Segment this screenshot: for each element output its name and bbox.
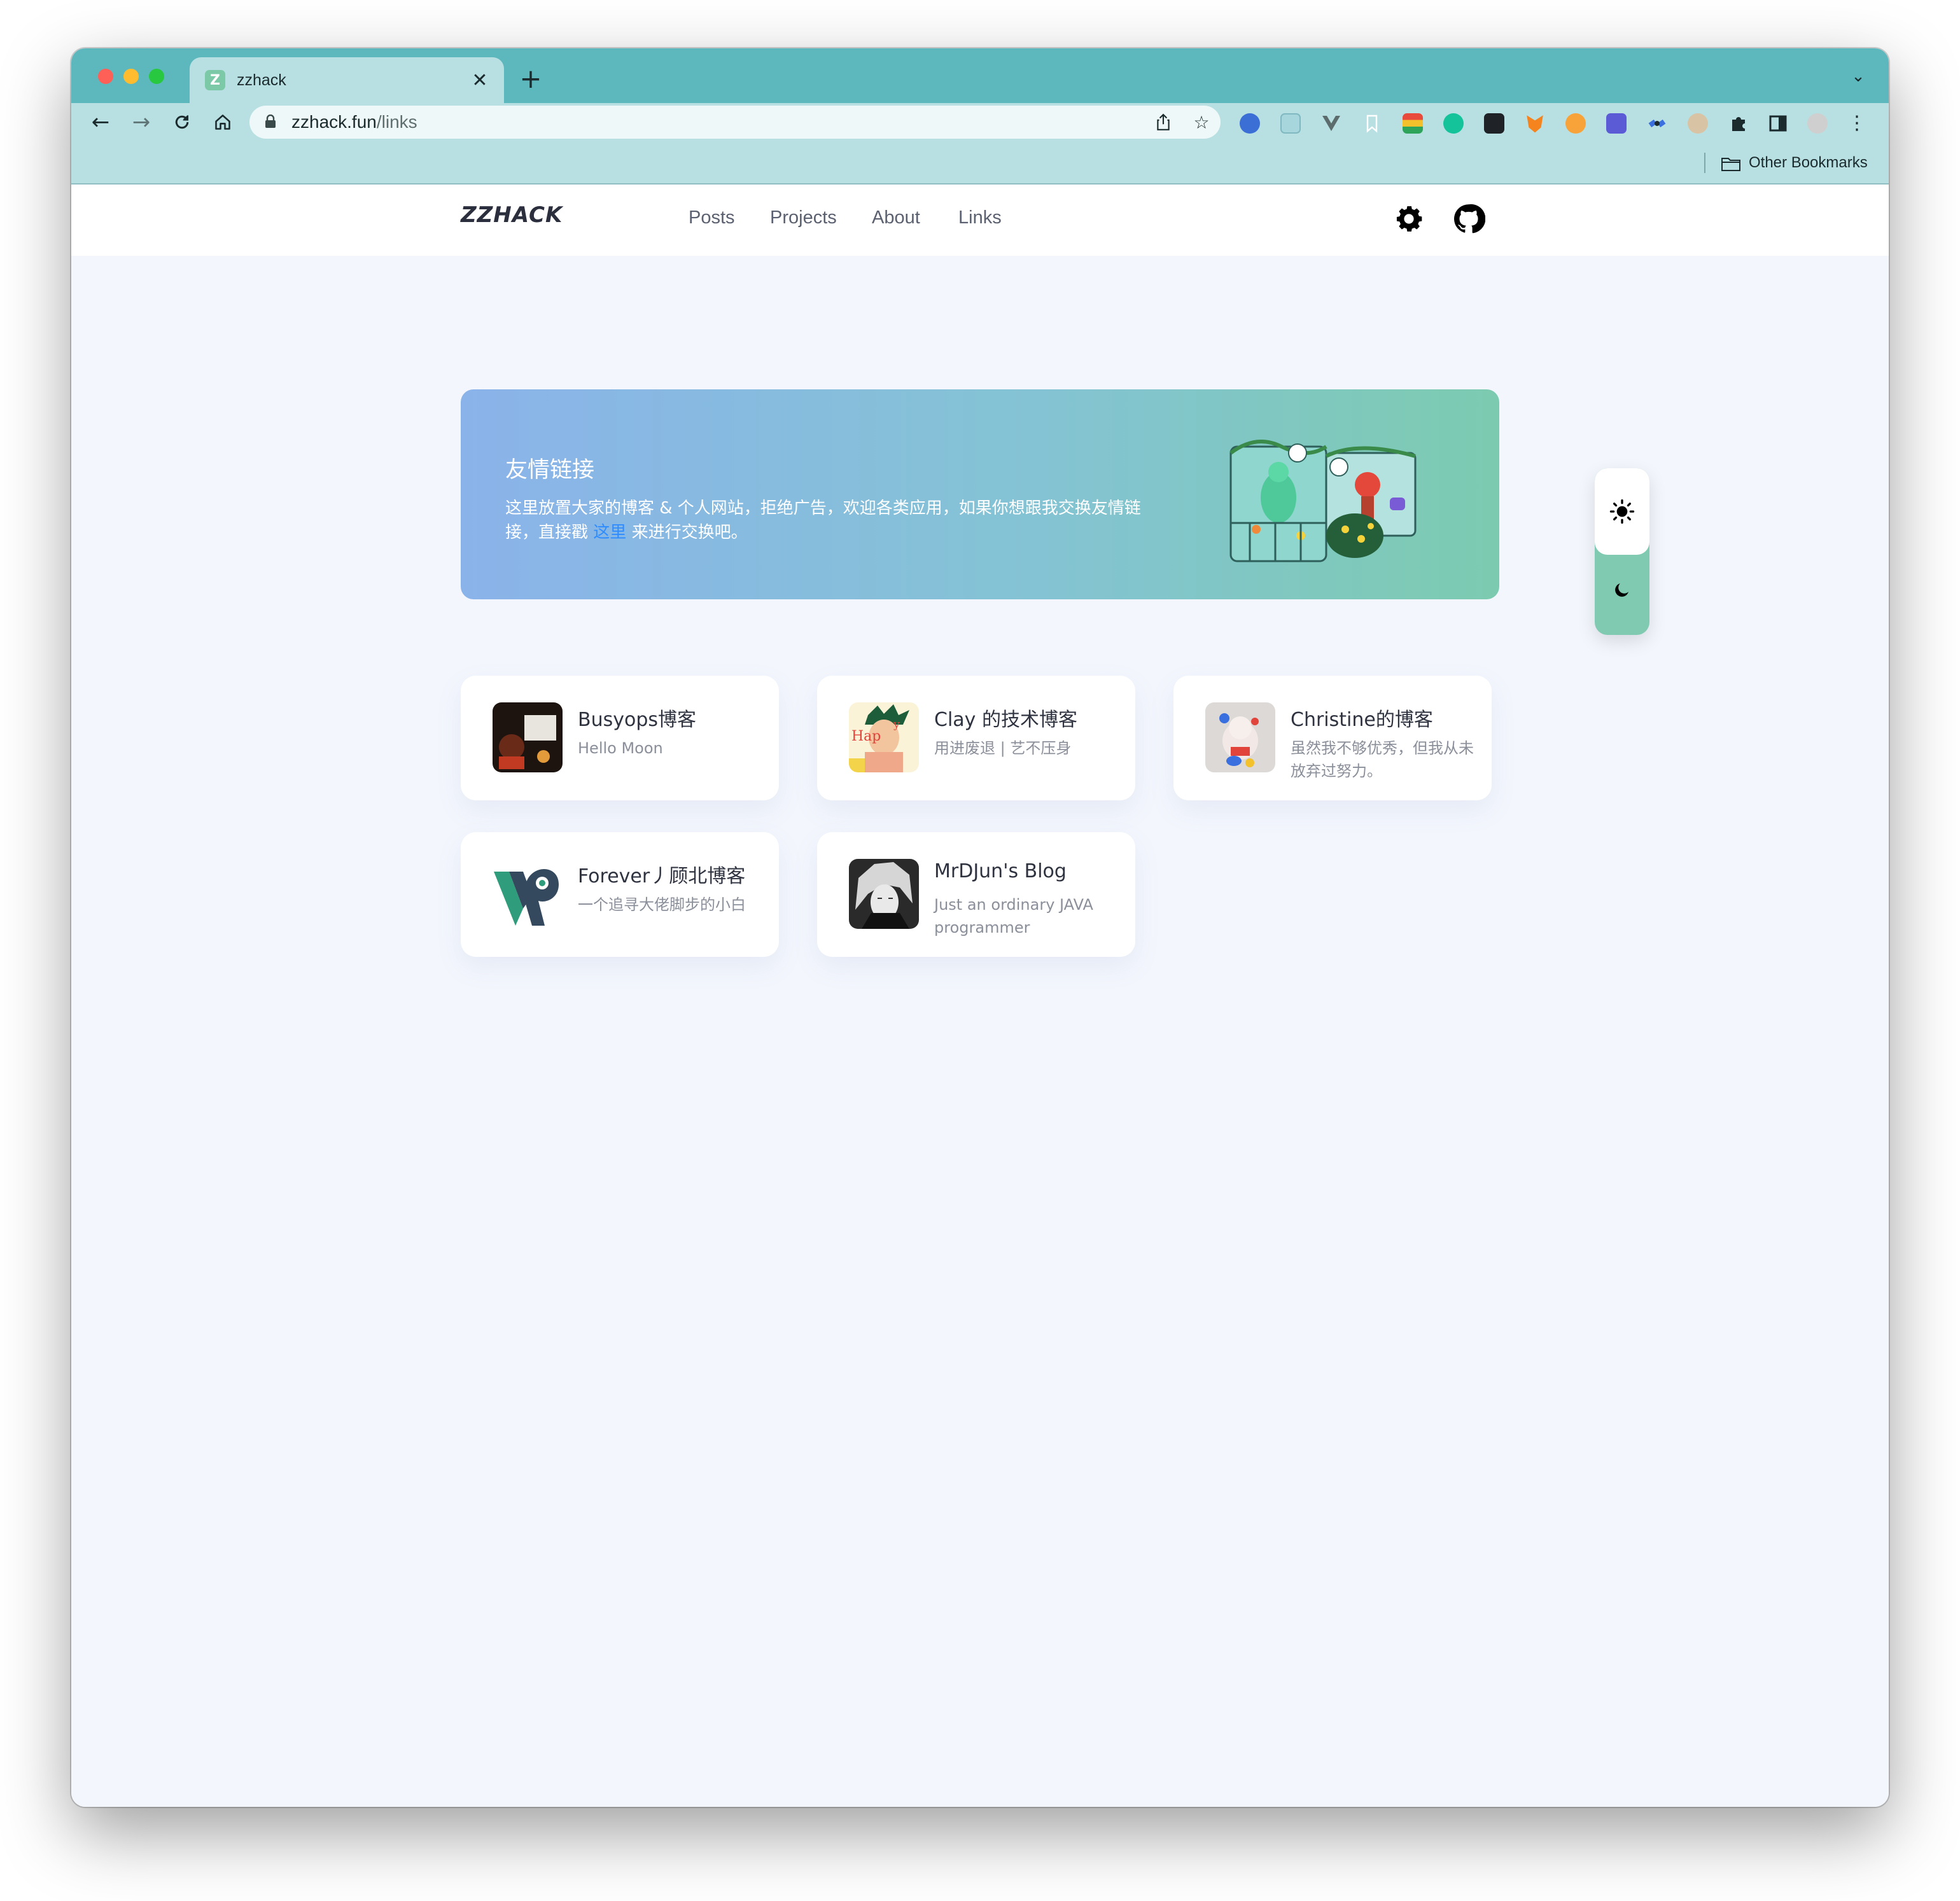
extension-satellite-icon[interactable] (1647, 113, 1667, 134)
avatar: Hap y (849, 702, 919, 772)
profile-avatar[interactable] (1807, 113, 1828, 134)
side-panel-icon[interactable] (1768, 113, 1788, 134)
tab-zzhack[interactable]: Z zzhack ✕ (190, 57, 504, 103)
settings-gear-icon[interactable] (1392, 202, 1425, 235)
extensions-puzzle-icon[interactable] (1728, 113, 1749, 134)
theme-switcher (1595, 468, 1649, 635)
link-title: Busyops博客 (578, 709, 697, 731)
avatar (493, 702, 563, 772)
forward-icon[interactable]: → (126, 107, 157, 137)
browser-toolbar: ← → zzhack.fun/links ☆ ⋮ (71, 103, 1889, 141)
link-description: 用进废退 | 艺不压身 (934, 739, 1072, 757)
browser-window: Z zzhack ✕ + ⌄ ← → zzhack.fun/links ☆ ⋮ … (71, 48, 1889, 1807)
extension-react-icon[interactable] (1280, 113, 1301, 134)
tab-title: zzhack (237, 71, 286, 89)
close-window-button[interactable] (98, 69, 113, 84)
bookmark-star-icon[interactable]: ☆ (1190, 111, 1213, 134)
close-tab-icon[interactable]: ✕ (467, 67, 493, 93)
extension-avatar-icon[interactable] (1688, 113, 1708, 134)
tab-search-chevron-icon[interactable]: ⌄ (1847, 65, 1870, 88)
avatar (1205, 702, 1275, 772)
sun-icon (1609, 499, 1635, 524)
moon-icon (1615, 583, 1628, 597)
url-text: zzhack.fun/links (291, 112, 417, 132)
link-card-forever[interactable]: Forever丿顾北博客 一个追寻大佬脚步的小白 (461, 832, 779, 957)
bookmarks-separator (1704, 153, 1705, 173)
svg-text:Hap: Hap (851, 728, 881, 744)
home-icon[interactable] (207, 107, 238, 137)
light-mode-button[interactable] (1595, 468, 1649, 555)
link-card-busyops[interactable]: Busyops博客 Hello Moon (461, 676, 779, 800)
extension-vue-icon[interactable] (1321, 113, 1341, 134)
link-card-mrdjun[interactable]: MrDJun's Blog Just an ordinary JAVA prog… (817, 832, 1135, 957)
nav-links[interactable]: Links (958, 207, 1002, 228)
extension-cursor-icon[interactable] (1606, 113, 1627, 134)
link-description: Just an ordinary JAVA programmer (934, 896, 1093, 937)
nav-about[interactable]: About (872, 207, 920, 228)
reload-icon[interactable] (167, 107, 197, 137)
link-title: Forever丿顾北博客 (578, 865, 746, 888)
address-bar[interactable]: zzhack.fun/links ☆ (249, 106, 1221, 139)
nav-projects[interactable]: Projects (770, 207, 837, 228)
extension-orange-icon[interactable] (1565, 113, 1586, 134)
github-icon[interactable] (1452, 202, 1485, 235)
back-icon[interactable]: ← (85, 107, 116, 137)
chrome-menu-icon[interactable]: ⋮ (1847, 113, 1867, 134)
link-description: 一个追寻大佬脚步的小白 (578, 896, 746, 914)
site-header: ZZHACK Posts Projects About Links (71, 185, 1889, 256)
banner-description: 这里放置大家的博客 & 个人网站，拒绝广告，欢迎各类应用，如果你想跟我交换友情链… (505, 499, 1141, 542)
lock-icon (265, 115, 276, 128)
banner-title: 友情链接 (505, 457, 595, 483)
extension-metamask-icon[interactable] (1527, 115, 1543, 133)
link-description: 虽然我不够优秀，但我从未放弃过努力。 (1291, 739, 1474, 780)
banner-illustration (1229, 440, 1417, 562)
site-logo[interactable]: ZZHACK (461, 202, 563, 228)
nav-posts[interactable]: Posts (689, 207, 735, 228)
exchange-link[interactable]: 这里 (593, 523, 626, 542)
link-card-christine[interactable]: Christine的博客 虽然我不够优秀，但我从未放弃过努力。 (1173, 676, 1492, 800)
bookmarks-bar: Other Bookmarks (71, 141, 1889, 185)
folder-icon (1721, 158, 1740, 171)
avatar (849, 859, 919, 929)
avatar (493, 859, 563, 929)
zoom-window-button[interactable] (149, 69, 164, 84)
svg-text:y: y (893, 718, 900, 731)
tab-strip: Z zzhack ✕ + ⌄ (71, 48, 1889, 103)
link-title: Clay 的技术博客 (934, 709, 1077, 731)
link-title: MrDJun's Blog (934, 860, 1067, 882)
friend-links-banner: 友情链接 这里放置大家的博客 & 个人网站，拒绝广告，欢迎各类应用，如果你想跟我… (461, 389, 1499, 599)
page-content: ZZHACK Posts Projects About Links 友情链接 这… (71, 185, 1889, 1807)
extension-github-icon[interactable] (1484, 113, 1504, 134)
minimize-window-button[interactable] (123, 69, 139, 84)
extension-privacy-icon[interactable] (1240, 113, 1260, 134)
link-title: Christine的博客 (1291, 709, 1433, 731)
new-tab-button[interactable]: + (517, 65, 545, 93)
share-icon[interactable] (1152, 111, 1175, 134)
link-description: Hello Moon (578, 739, 663, 757)
dark-mode-button[interactable] (1595, 555, 1649, 635)
favicon-icon: Z (205, 70, 225, 90)
other-bookmarks-link[interactable]: Other Bookmarks (1749, 154, 1868, 172)
link-card-clay[interactable]: Hap y Clay 的技术博客 用进废退 | 艺不压身 (817, 676, 1135, 800)
extension-bookmark-icon[interactable] (1362, 113, 1382, 134)
extension-grammarly-icon[interactable] (1443, 113, 1464, 134)
extension-color-icon[interactable] (1403, 113, 1423, 134)
